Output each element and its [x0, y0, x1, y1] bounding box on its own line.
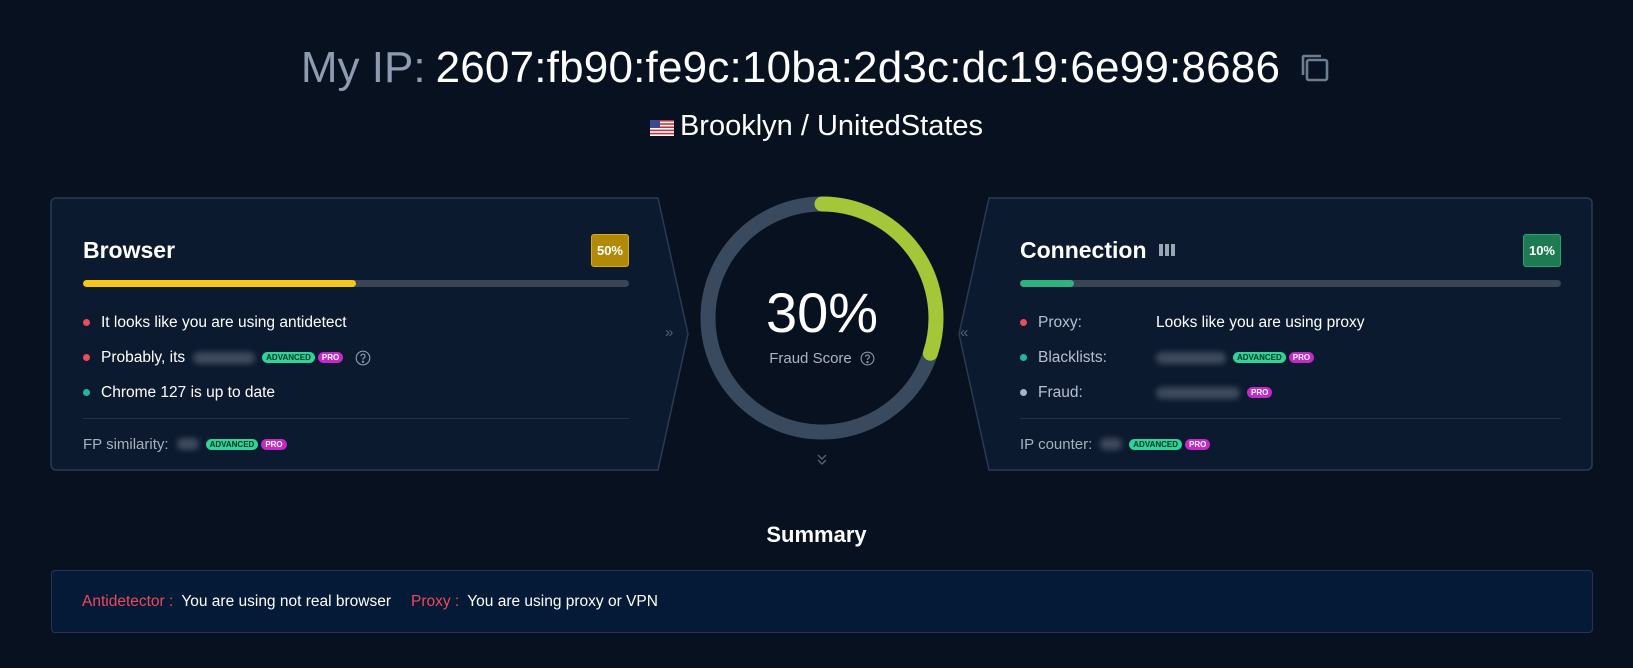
- fraud-score-label: Fraud Score: [769, 350, 852, 367]
- pro-tag[interactable]: PRO: [317, 352, 344, 363]
- connection-progress-bar: [1020, 280, 1561, 287]
- browser-progress-bar: [83, 280, 629, 287]
- list-item: Blacklists: ADVANCED PRO: [1020, 340, 1561, 375]
- chevrons-left-icon: «: [960, 324, 969, 341]
- browser-score-badge: 50%: [590, 233, 629, 267]
- chevrons-right-icon: »: [665, 324, 674, 341]
- blurred-value: [176, 438, 199, 450]
- list-item: Chrome 127 is up to date: [83, 375, 629, 410]
- pro-tag[interactable]: PRO: [1247, 387, 1273, 398]
- browser-panel: Browser 50% It looks like you are using …: [51, 198, 661, 470]
- location-text: Brooklyn / UnitedStates: [679, 110, 984, 142]
- connection-title-wrap: Connection: [1020, 237, 1175, 264]
- list-item: It looks like you are using antidetect: [83, 305, 629, 340]
- connection-score-badge: 10%: [1522, 233, 1561, 267]
- browser-title: Browser: [83, 236, 176, 263]
- antidetector-label: Antidetector :: [82, 592, 174, 610]
- proxy-value: Looks like you are using proxy: [1156, 313, 1365, 331]
- status-dot-teal: [1020, 354, 1027, 361]
- proxy-label: Proxy:: [1038, 313, 1082, 331]
- antidetector-text: You are using not real browser: [181, 592, 391, 610]
- status-dot-teal: [83, 389, 90, 396]
- ip-counter-row: IP counter: ADVANCED PRO: [1020, 424, 1561, 464]
- list-item: Probably, its ADVANCED PRO: [83, 340, 629, 375]
- list-item: Proxy: Looks like you are using proxy: [1020, 305, 1561, 340]
- advanced-tag[interactable]: ADVANCED: [1129, 438, 1183, 450]
- fp-similarity-row: FP similarity: ADVANCED PRO: [83, 424, 629, 464]
- copy-icon[interactable]: [1298, 51, 1332, 85]
- ip-address[interactable]: 2607:fb90:fe9c:10ba:2d3c:dc19:6e99:8686: [436, 38, 1281, 98]
- ip-counter-label: IP counter:: [1020, 435, 1093, 453]
- advanced-tag[interactable]: ADVANCED: [205, 438, 259, 450]
- blurred-value: [1100, 438, 1123, 450]
- location: Brooklyn / UnitedStates: [0, 110, 1633, 143]
- divider: [1020, 418, 1561, 419]
- browser-progress-fill: [83, 280, 356, 287]
- ip-label: My IP:: [300, 43, 426, 92]
- status-dot-red: [83, 319, 90, 326]
- help-icon[interactable]: [860, 351, 875, 366]
- help-icon[interactable]: [355, 350, 371, 366]
- blurred-value: [1156, 351, 1226, 364]
- browser-item-text: It looks like you are using antidetect: [101, 313, 347, 331]
- connection-progress-fill: [1020, 280, 1075, 287]
- summary-box: Antidetector : You are using not real br…: [51, 570, 1593, 633]
- connection-title: Connection: [1020, 236, 1147, 263]
- connection-panel: Connection 10% Proxy: Looks like you are…: [988, 198, 1593, 470]
- divider: [83, 418, 629, 419]
- list-item: Fraud: PRO: [1020, 375, 1561, 410]
- proxy-summary-label: Proxy :: [411, 592, 460, 610]
- pro-tag[interactable]: PRO: [1288, 352, 1315, 363]
- advanced-tag[interactable]: ADVANCED: [1233, 352, 1286, 363]
- chevron-down-icon[interactable]: [814, 452, 830, 468]
- fp-similarity-label: FP similarity:: [83, 435, 169, 453]
- status-dot-red: [1020, 319, 1027, 326]
- fraud-score-label-row: Fraud Score: [694, 350, 950, 367]
- pro-tag[interactable]: PRO: [1185, 438, 1211, 450]
- blurred-value: [1156, 386, 1240, 399]
- status-dot-red: [83, 354, 90, 361]
- advanced-tag[interactable]: ADVANCED: [262, 352, 315, 363]
- pro-tag[interactable]: PRO: [261, 438, 287, 450]
- summary-title: Summary: [766, 522, 867, 547]
- status-dot-gray: [1020, 389, 1027, 396]
- bars-icon[interactable]: [1158, 244, 1175, 256]
- browser-item-text: Probably, its: [101, 348, 186, 366]
- us-flag-icon: [649, 119, 674, 136]
- proxy-summary-text: You are using proxy or VPN: [467, 592, 658, 610]
- ip-header: My IP: 2607:fb90:fe9c:10ba:2d3c:dc19:6e9…: [0, 38, 1633, 98]
- browser-item-text: Chrome 127 is up to date: [101, 383, 276, 401]
- fraud-score-value: 30%: [765, 281, 879, 344]
- blurred-value: [193, 351, 256, 364]
- blacklists-label: Blacklists:: [1038, 348, 1107, 366]
- fraud-label: Fraud:: [1038, 383, 1083, 401]
